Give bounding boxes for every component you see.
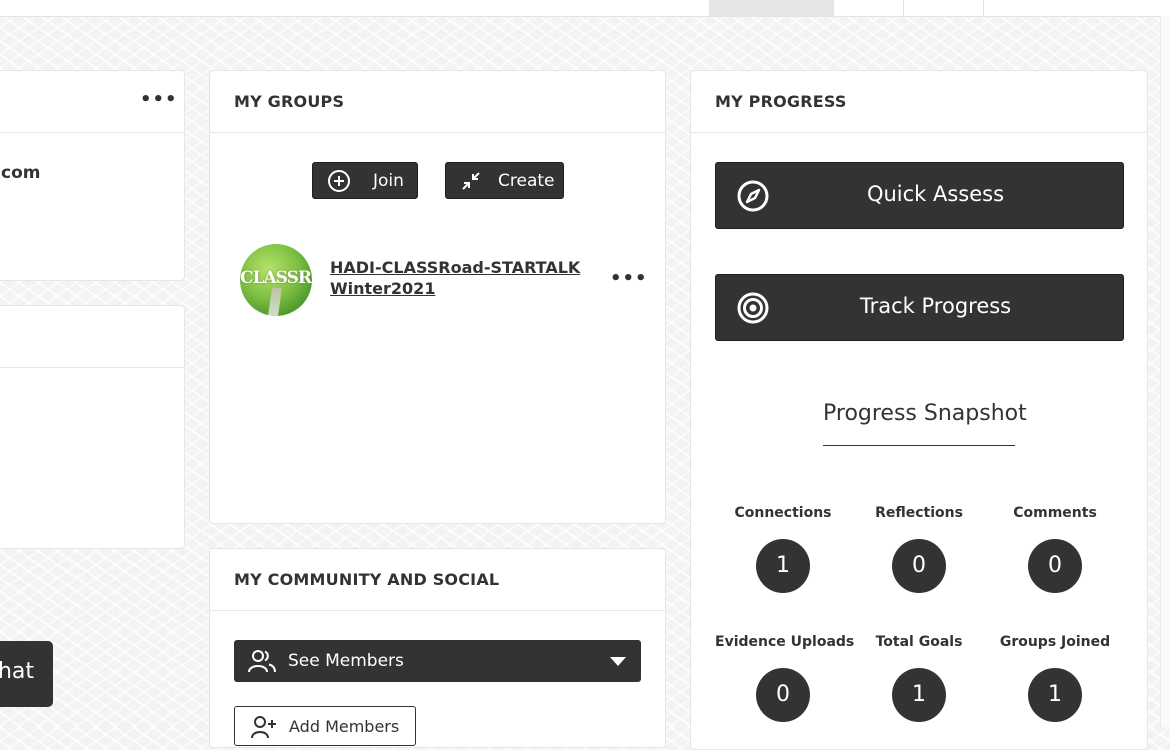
stat-connections: Connections 1 bbox=[715, 505, 851, 593]
top-nav-tab[interactable] bbox=[903, 0, 984, 16]
add-members-button[interactable]: Add Members bbox=[234, 706, 416, 746]
group-avatar[interactable]: CLASSROAD bbox=[240, 244, 312, 316]
quick-assess-label: Quick Assess bbox=[866, 182, 1005, 206]
stat-value: 0 bbox=[1028, 539, 1082, 593]
community-card: MY COMMUNITY AND SOCIAL See Members Add … bbox=[209, 548, 666, 748]
progress-snapshot-title: Progress Snapshot bbox=[823, 401, 1027, 426]
top-nav-tab[interactable] bbox=[833, 0, 904, 16]
create-group-button[interactable]: Create bbox=[445, 162, 564, 199]
create-label: Create bbox=[498, 171, 555, 191]
quick-assess-button[interactable]: Quick Assess bbox=[715, 162, 1124, 229]
stat-label: Total Goals bbox=[875, 634, 963, 650]
stat-value: 0 bbox=[756, 668, 810, 722]
stat-label: Evidence Uploads bbox=[715, 634, 855, 650]
stat-value: 1 bbox=[756, 539, 810, 593]
stat-reflections: Reflections 0 bbox=[851, 505, 987, 593]
stat-groups-joined: Groups Joined 1 bbox=[987, 634, 1123, 722]
users-icon bbox=[248, 650, 276, 673]
community-header: MY COMMUNITY AND SOCIAL bbox=[210, 549, 665, 611]
stat-value: 1 bbox=[1028, 668, 1082, 722]
join-label: Join bbox=[373, 171, 404, 191]
chat-button[interactable]: hat bbox=[0, 641, 53, 707]
my-groups-title: MY GROUPS bbox=[234, 92, 345, 111]
stat-value: 1 bbox=[892, 668, 946, 722]
top-nav-tab[interactable] bbox=[983, 0, 1170, 16]
group-name-line2: Winter2021 bbox=[330, 279, 436, 298]
add-user-icon bbox=[251, 716, 276, 739]
my-progress-header: MY PROGRESS bbox=[691, 71, 1147, 133]
collapse-arrows-icon bbox=[462, 172, 480, 190]
stat-comments: Comments 0 bbox=[987, 505, 1123, 593]
my-groups-card: MY GROUPS Join Create CLASSROAD HADI-CLA… bbox=[209, 70, 666, 524]
group-name-line1: HADI-CLASSRoad-STARTALK bbox=[330, 258, 581, 277]
community-title: MY COMMUNITY AND SOCIAL bbox=[234, 570, 500, 589]
stat-label: Groups Joined bbox=[999, 634, 1111, 650]
my-progress-title: MY PROGRESS bbox=[715, 92, 847, 111]
top-nav-bar bbox=[0, 0, 1170, 17]
chevron-down-icon bbox=[610, 657, 626, 666]
profile-card: ••• com bbox=[0, 70, 185, 281]
top-nav-tab-active[interactable] bbox=[709, 0, 833, 16]
chat-button-label: hat bbox=[0, 659, 34, 684]
group-avatar-logo-text: CLASSROAD bbox=[240, 268, 312, 288]
stat-value: 0 bbox=[892, 539, 946, 593]
my-groups-header: MY GROUPS bbox=[210, 71, 665, 133]
my-progress-card: MY PROGRESS Quick Assess Track Progress … bbox=[690, 70, 1148, 750]
group-more-options-icon[interactable]: ••• bbox=[610, 270, 648, 288]
page-scrollbar[interactable] bbox=[1160, 16, 1170, 727]
profile-email-fragment: com bbox=[1, 163, 41, 183]
track-progress-label: Track Progress bbox=[859, 294, 1012, 318]
more-options-icon[interactable]: ••• bbox=[140, 91, 178, 109]
plus-circle-icon bbox=[328, 170, 350, 192]
see-members-dropdown[interactable]: See Members bbox=[234, 640, 641, 682]
group-avatar-road bbox=[268, 288, 282, 316]
left-secondary-card bbox=[0, 305, 185, 549]
track-progress-button[interactable]: Track Progress bbox=[715, 274, 1124, 341]
join-group-button[interactable]: Join bbox=[312, 162, 418, 199]
stat-label: Comments bbox=[1013, 505, 1097, 521]
stat-evidence-uploads: Evidence Uploads 0 bbox=[715, 634, 855, 722]
stat-total-goals: Total Goals 1 bbox=[851, 634, 987, 722]
progress-snapshot-underline bbox=[823, 445, 1015, 446]
stat-label: Connections bbox=[734, 505, 832, 521]
see-members-label: See Members bbox=[288, 651, 404, 671]
stat-label: Reflections bbox=[875, 505, 963, 521]
left-secondary-card-header bbox=[0, 306, 184, 368]
group-name-link[interactable]: HADI-CLASSRoad-STARTALK Winter2021 bbox=[330, 257, 580, 299]
